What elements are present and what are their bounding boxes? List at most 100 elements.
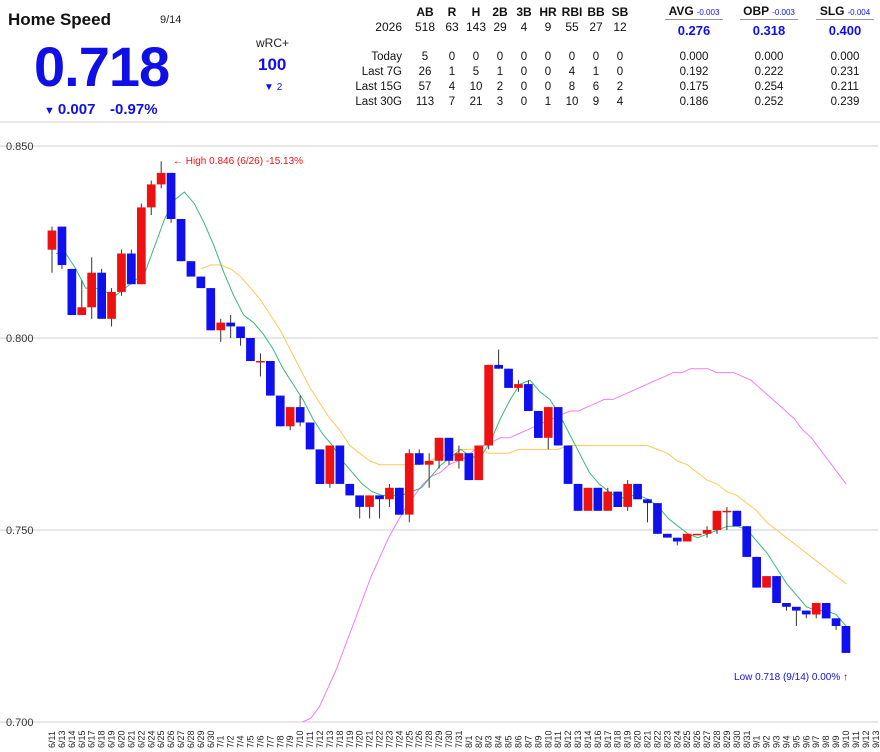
x-tick-label: 7/23 <box>385 731 395 749</box>
x-tick-label: 8/2 <box>474 736 484 749</box>
candle-body <box>206 288 216 331</box>
x-tick-label: 7/4 <box>236 736 246 749</box>
candle-body <box>156 172 166 185</box>
x-tick-label: 7/7 <box>265 736 275 749</box>
candle-body <box>732 510 742 527</box>
x-tick-label: 6/21 <box>126 730 136 748</box>
x-tick-label: 7/22 <box>375 730 385 748</box>
y-tick-label: 0.850 <box>6 141 34 153</box>
x-tick-label: 8/25 <box>682 730 692 748</box>
x-tick-label: 6/28 <box>186 731 196 749</box>
candle-body <box>702 530 712 534</box>
candle-body <box>722 510 732 513</box>
candle-body <box>365 495 374 507</box>
candle-body <box>762 576 771 588</box>
x-tick-label: 7/21 <box>365 730 375 748</box>
x-tick-label: 8/22 <box>652 730 662 748</box>
x-tick-label: 7/31 <box>454 730 464 748</box>
x-tick-label: 7/5 <box>246 735 256 748</box>
x-tick-label: 6/24 <box>146 731 156 749</box>
x-tick-label: 8/21 <box>643 730 653 748</box>
x-tick-label: 8/11 <box>553 731 563 748</box>
candle-body <box>424 460 434 465</box>
candle-body <box>633 483 642 500</box>
candle-body <box>613 491 623 507</box>
candle-body <box>196 276 206 289</box>
x-tick-label: 7/9 <box>285 735 295 748</box>
x-tick-label: 8/9 <box>533 735 543 748</box>
x-tick-label: 6/13 <box>57 730 67 748</box>
x-tick-label: 6/22 <box>136 730 146 748</box>
x-tick-label: 8/28 <box>712 730 722 748</box>
candle-body <box>464 453 474 481</box>
x-tick-label: 6/15 <box>77 730 87 748</box>
candle-body <box>782 603 791 607</box>
y-tick-label: 0.700 <box>6 717 34 729</box>
candle-body <box>186 261 196 277</box>
candle-body <box>504 368 513 388</box>
candle-body <box>266 361 275 396</box>
x-tick-label: 9/9 <box>831 736 841 749</box>
candle-body <box>117 253 126 292</box>
x-tick-label: 9/6 <box>801 735 811 748</box>
x-tick-label: 9/8 <box>821 736 831 749</box>
candle-body <box>682 533 692 542</box>
candle-body <box>137 207 146 285</box>
x-tick-label: 9/5 <box>791 736 801 749</box>
x-tick-label: 7/20 <box>355 730 365 748</box>
candle-body <box>166 172 176 219</box>
candle-body <box>772 576 781 603</box>
y-tick-label: 0.800 <box>6 333 34 345</box>
x-tick-label: 7/30 <box>444 730 454 748</box>
high-annotation: ← High 0.846 (6/26) -15.13% <box>173 156 303 167</box>
candle-body <box>444 437 454 461</box>
candle-body <box>97 272 106 319</box>
x-tick-label: 8/6 <box>514 736 524 749</box>
candle-body <box>534 411 543 438</box>
x-tick-label: 9/11 <box>851 731 861 748</box>
x-tick-label: 7/25 <box>404 730 414 748</box>
x-tick-label: 8/16 <box>593 730 603 748</box>
x-tick-label: 8/24 <box>672 730 682 748</box>
candle-body <box>226 322 235 327</box>
candle-body <box>57 226 67 265</box>
candle-body <box>355 495 364 507</box>
x-tick-label: 6/19 <box>107 731 117 749</box>
candle-body <box>821 603 831 619</box>
candle-body <box>672 537 682 542</box>
candle-body <box>583 487 593 511</box>
x-tick-label: 8/19 <box>623 731 633 749</box>
candle-body <box>643 499 652 504</box>
x-tick-label: 7/29 <box>434 730 444 748</box>
x-tick-label: 7/24 <box>394 730 404 748</box>
candle-body <box>176 219 186 262</box>
x-tick-label: 8/23 <box>662 731 672 749</box>
x-tick-label: 8/18 <box>613 730 623 748</box>
candle-body <box>67 268 77 315</box>
candle-body <box>77 307 87 315</box>
x-tick-label: 8/5 <box>504 736 514 749</box>
x-tick-label: 7/28 <box>424 731 434 749</box>
x-tick-label: 6/27 <box>176 730 186 748</box>
candle-body <box>434 437 444 461</box>
x-tick-label: 8/1 <box>464 736 474 749</box>
x-tick-label: 9/12 <box>861 731 871 749</box>
candle-body <box>395 487 404 515</box>
x-tick-label: 9/13 <box>871 730 880 748</box>
x-tick-label: 8/4 <box>494 735 504 748</box>
candle-body <box>375 495 384 500</box>
candle-body <box>712 510 722 530</box>
x-tick-label: 7/2 <box>226 736 236 749</box>
candle-body <box>752 556 761 588</box>
x-tick-label: 6/20 <box>117 730 127 748</box>
candle-body <box>107 291 116 319</box>
candle-body <box>127 253 136 285</box>
x-tick-label: 8/3 <box>484 735 494 748</box>
x-tick-label: 7/18 <box>335 730 345 748</box>
x-tick-label: 6/26 <box>166 730 176 748</box>
x-tick-label: 8/20 <box>633 730 643 748</box>
candle-body <box>146 184 156 208</box>
x-tick-label: 8/27 <box>702 731 712 749</box>
candle-body <box>315 449 325 484</box>
candle-body <box>256 361 265 363</box>
